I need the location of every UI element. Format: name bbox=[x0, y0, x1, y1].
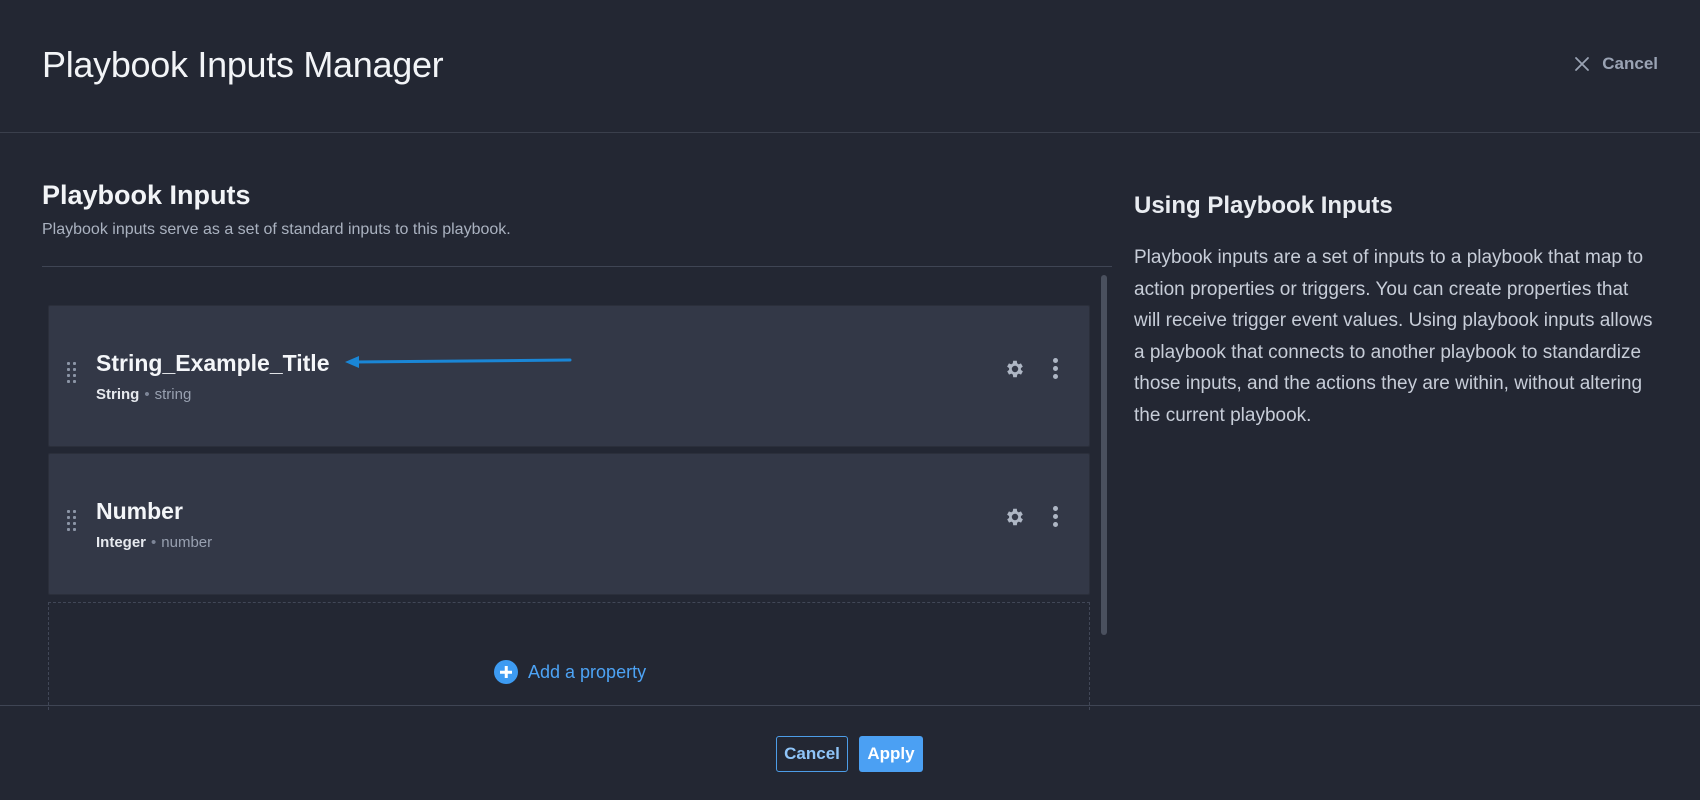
property-meta: Integer • number bbox=[96, 534, 212, 551]
property-name: Number bbox=[96, 498, 183, 524]
apply-button[interactable]: Apply bbox=[859, 736, 923, 772]
help-panel: Using Playbook Inputs Playbook inputs ar… bbox=[1134, 192, 1654, 431]
gear-icon[interactable] bbox=[1004, 358, 1026, 380]
page-title: Playbook Inputs Manager bbox=[42, 44, 444, 85]
plus-circle-icon bbox=[494, 660, 518, 684]
dialog-header: Playbook Inputs Manager Cancel bbox=[0, 0, 1700, 133]
inputs-section-header: Playbook Inputs Playbook inputs serve as… bbox=[42, 180, 1112, 239]
property-meta: String • string bbox=[96, 386, 191, 403]
property-type: Integer bbox=[96, 534, 147, 551]
help-title: Using Playbook Inputs bbox=[1134, 192, 1393, 219]
meta-separator: • bbox=[144, 386, 150, 403]
drag-handle-icon[interactable] bbox=[67, 362, 77, 384]
annotation-arrow-icon bbox=[345, 356, 572, 368]
property-name: String_Example_Title bbox=[96, 350, 330, 376]
close-icon bbox=[1575, 57, 1590, 71]
add-property-button[interactable]: Add a property bbox=[494, 660, 646, 684]
dialog-footer: Cancel Apply bbox=[0, 705, 1700, 800]
property-card[interactable]: String_Example_Title String • string bbox=[48, 305, 1090, 447]
more-options-icon[interactable] bbox=[1052, 358, 1058, 380]
property-key: number bbox=[161, 534, 213, 551]
section-title: Playbook Inputs bbox=[42, 180, 251, 210]
cancel-button[interactable]: Cancel bbox=[776, 736, 848, 772]
section-divider bbox=[42, 266, 1112, 267]
header-cancel-button[interactable]: Cancel bbox=[1574, 54, 1658, 74]
scrollbar[interactable] bbox=[1101, 275, 1107, 635]
property-key: string bbox=[154, 386, 192, 403]
add-property-area: Add a property bbox=[48, 602, 1090, 710]
header-cancel-label: Cancel bbox=[1602, 54, 1658, 73]
property-card[interactable]: Number Integer • number bbox=[48, 453, 1090, 595]
meta-separator: • bbox=[151, 534, 157, 551]
property-list: String_Example_Title String • string Numbe… bbox=[48, 305, 1090, 601]
section-description: Playbook inputs serve as a set of standa… bbox=[42, 221, 511, 238]
property-type: String bbox=[96, 386, 140, 403]
drag-handle-icon[interactable] bbox=[67, 510, 77, 532]
help-body: Playbook inputs are a set of inputs to a… bbox=[1134, 247, 1653, 426]
more-options-icon[interactable] bbox=[1052, 506, 1058, 528]
gear-icon[interactable] bbox=[1004, 506, 1026, 528]
add-property-label: Add a property bbox=[528, 661, 647, 682]
